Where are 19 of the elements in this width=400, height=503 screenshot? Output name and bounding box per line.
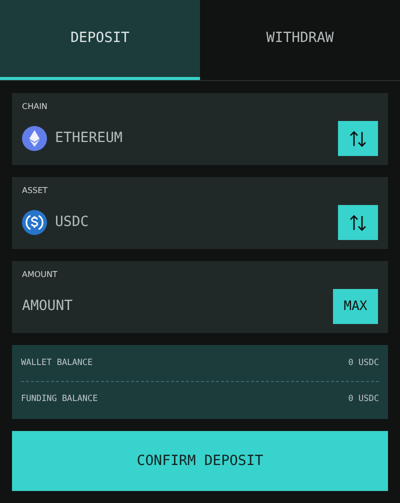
- confirm-button[interactable]: CONFIRM DEPOSIT: [12, 431, 388, 491]
- field-label: ASSET: [22, 185, 49, 197]
- max-button[interactable]: MAX: [333, 289, 378, 324]
- swap-icon: [348, 212, 368, 232]
- balance-value: 0 USDC: [348, 356, 379, 370]
- dollar-coin-icon: [22, 210, 47, 235]
- field-label: CHAIN: [22, 101, 48, 113]
- balance-value: 0 USDC: [348, 393, 379, 406]
- ethereum-icon: [22, 126, 47, 151]
- swap-icon: [348, 128, 368, 148]
- balance-label: WALLET BALANCE: [21, 356, 93, 370]
- amount-input[interactable]: AMOUNT: [22, 296, 222, 317]
- balance-label: FUNDING BALANCE: [21, 393, 98, 406]
- field-label: AMOUNT: [22, 269, 58, 281]
- asset-value: USDC: [55, 213, 89, 232]
- swap-button[interactable]: [338, 121, 378, 156]
- chain-value: ETHEREUM: [55, 129, 122, 148]
- tab[interactable]: DEPOSIT: [0, 0, 200, 80]
- swap-button[interactable]: [338, 205, 378, 240]
